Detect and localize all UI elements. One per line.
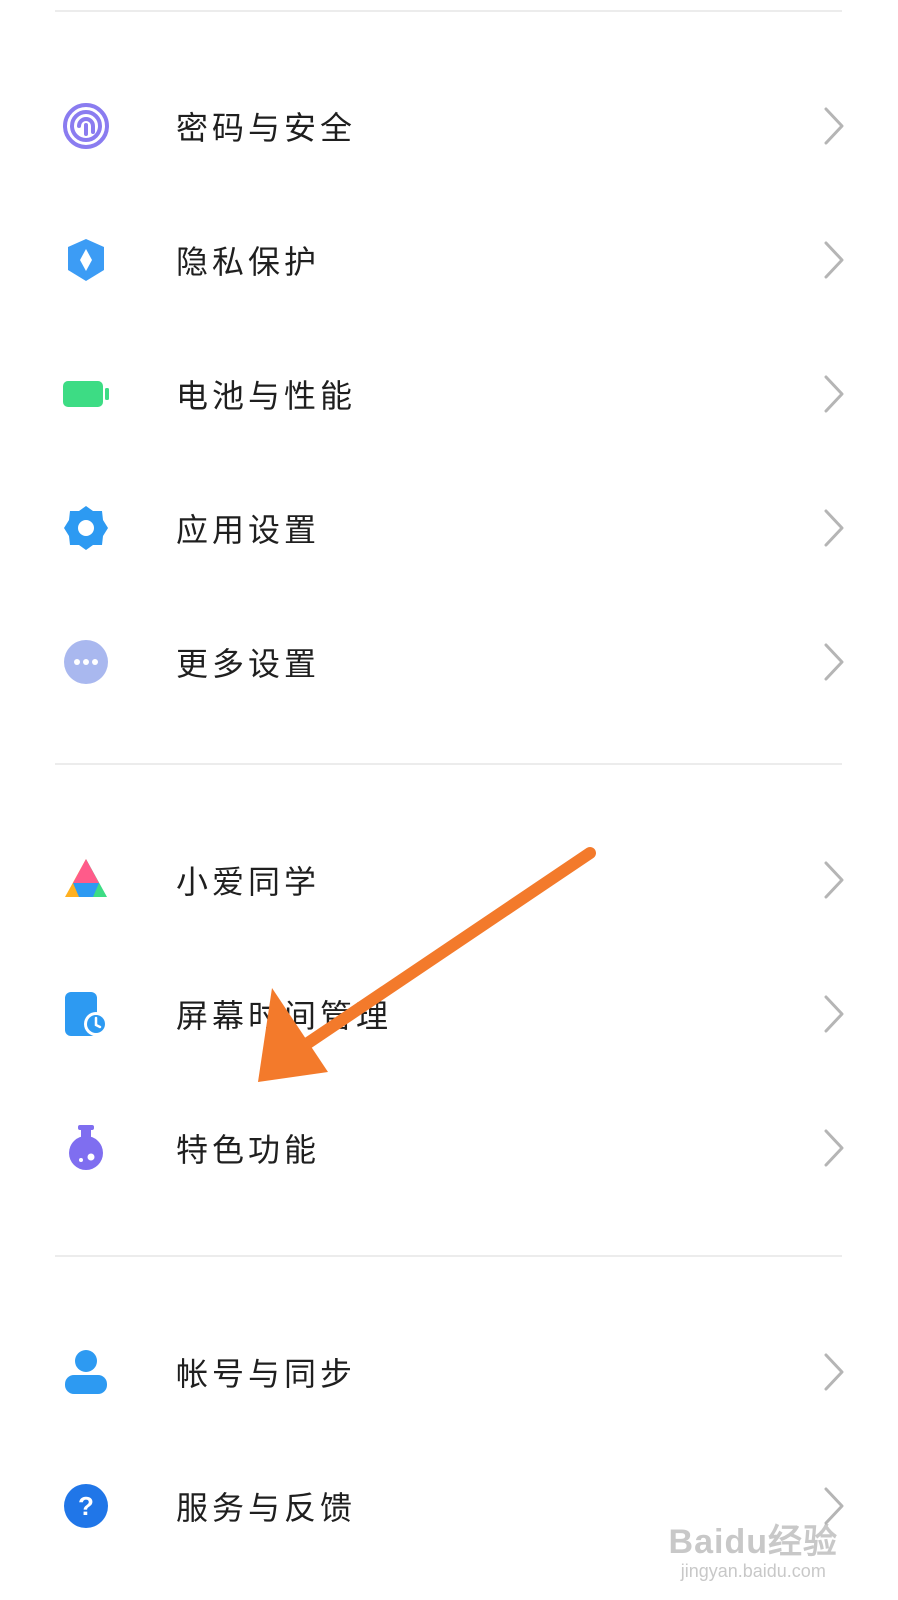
settings-item-special-features[interactable]: 特色功能 <box>0 1081 898 1215</box>
xiaoai-icon <box>63 857 109 903</box>
group-divider-1 <box>55 763 842 765</box>
watermark-sub: jingyan.baidu.com <box>680 1561 826 1581</box>
settings-item-more-settings[interactable]: 更多设置 <box>0 595 898 729</box>
chevron-right-icon <box>823 1128 845 1168</box>
settings-item-label: 隐私保护 <box>176 243 321 281</box>
settings-item-label: 电池与性能 <box>176 377 357 415</box>
chevron-right-icon <box>823 106 845 146</box>
baidu-watermark: Baidu经验 jingyan.baidu.com <box>669 1514 838 1582</box>
settings-item-label: 更多设置 <box>176 645 321 683</box>
top-divider <box>55 10 842 12</box>
settings-item-label: 密码与安全 <box>176 109 357 147</box>
chevron-right-icon <box>823 642 845 682</box>
settings-item-password-security[interactable]: 密码与安全 <box>0 59 898 193</box>
battery-icon <box>63 371 109 417</box>
account-icon <box>63 1349 109 1395</box>
chevron-right-icon <box>823 860 845 900</box>
settings-item-xiaoai[interactable]: 小爱同学 <box>0 813 898 947</box>
flask-icon <box>63 1125 109 1171</box>
settings-item-battery-performance[interactable]: 电池与性能 <box>0 327 898 461</box>
settings-item-screen-time[interactable]: 屏幕时间管理 <box>0 947 898 1081</box>
settings-item-privacy[interactable]: 隐私保护 <box>0 193 898 327</box>
settings-item-label: 服务与反馈 <box>176 1489 357 1527</box>
privacy-shield-icon <box>63 237 109 283</box>
chevron-right-icon <box>823 240 845 280</box>
settings-item-label: 小爱同学 <box>176 863 321 901</box>
settings-item-app-settings[interactable]: 应用设置 <box>0 461 898 595</box>
chevron-right-icon <box>823 374 845 414</box>
settings-item-label: 帐号与同步 <box>176 1355 357 1393</box>
help-icon: ? <box>63 1483 109 1529</box>
more-dots-icon <box>63 639 109 685</box>
svg-text:?: ? <box>78 1491 94 1521</box>
settings-item-label: 特色功能 <box>176 1131 321 1169</box>
group-divider-2 <box>55 1255 842 1257</box>
settings-item-label: 应用设置 <box>176 511 321 549</box>
chevron-right-icon <box>823 1352 845 1392</box>
gear-icon <box>63 505 109 551</box>
screen-time-icon <box>63 991 109 1037</box>
settings-group-2: 小爱同学 屏幕时间管理 特色功能 <box>0 813 898 1215</box>
watermark-main: Baidu经验 <box>668 1523 838 1561</box>
settings-group-1: 密码与安全 隐私保护 电池与性能 应用设置 更多设置 <box>0 59 898 729</box>
settings-item-account-sync[interactable]: 帐号与同步 <box>0 1305 898 1439</box>
chevron-right-icon <box>823 994 845 1034</box>
fingerprint-icon <box>63 103 109 149</box>
settings-item-label: 屏幕时间管理 <box>176 997 393 1035</box>
chevron-right-icon <box>823 508 845 548</box>
